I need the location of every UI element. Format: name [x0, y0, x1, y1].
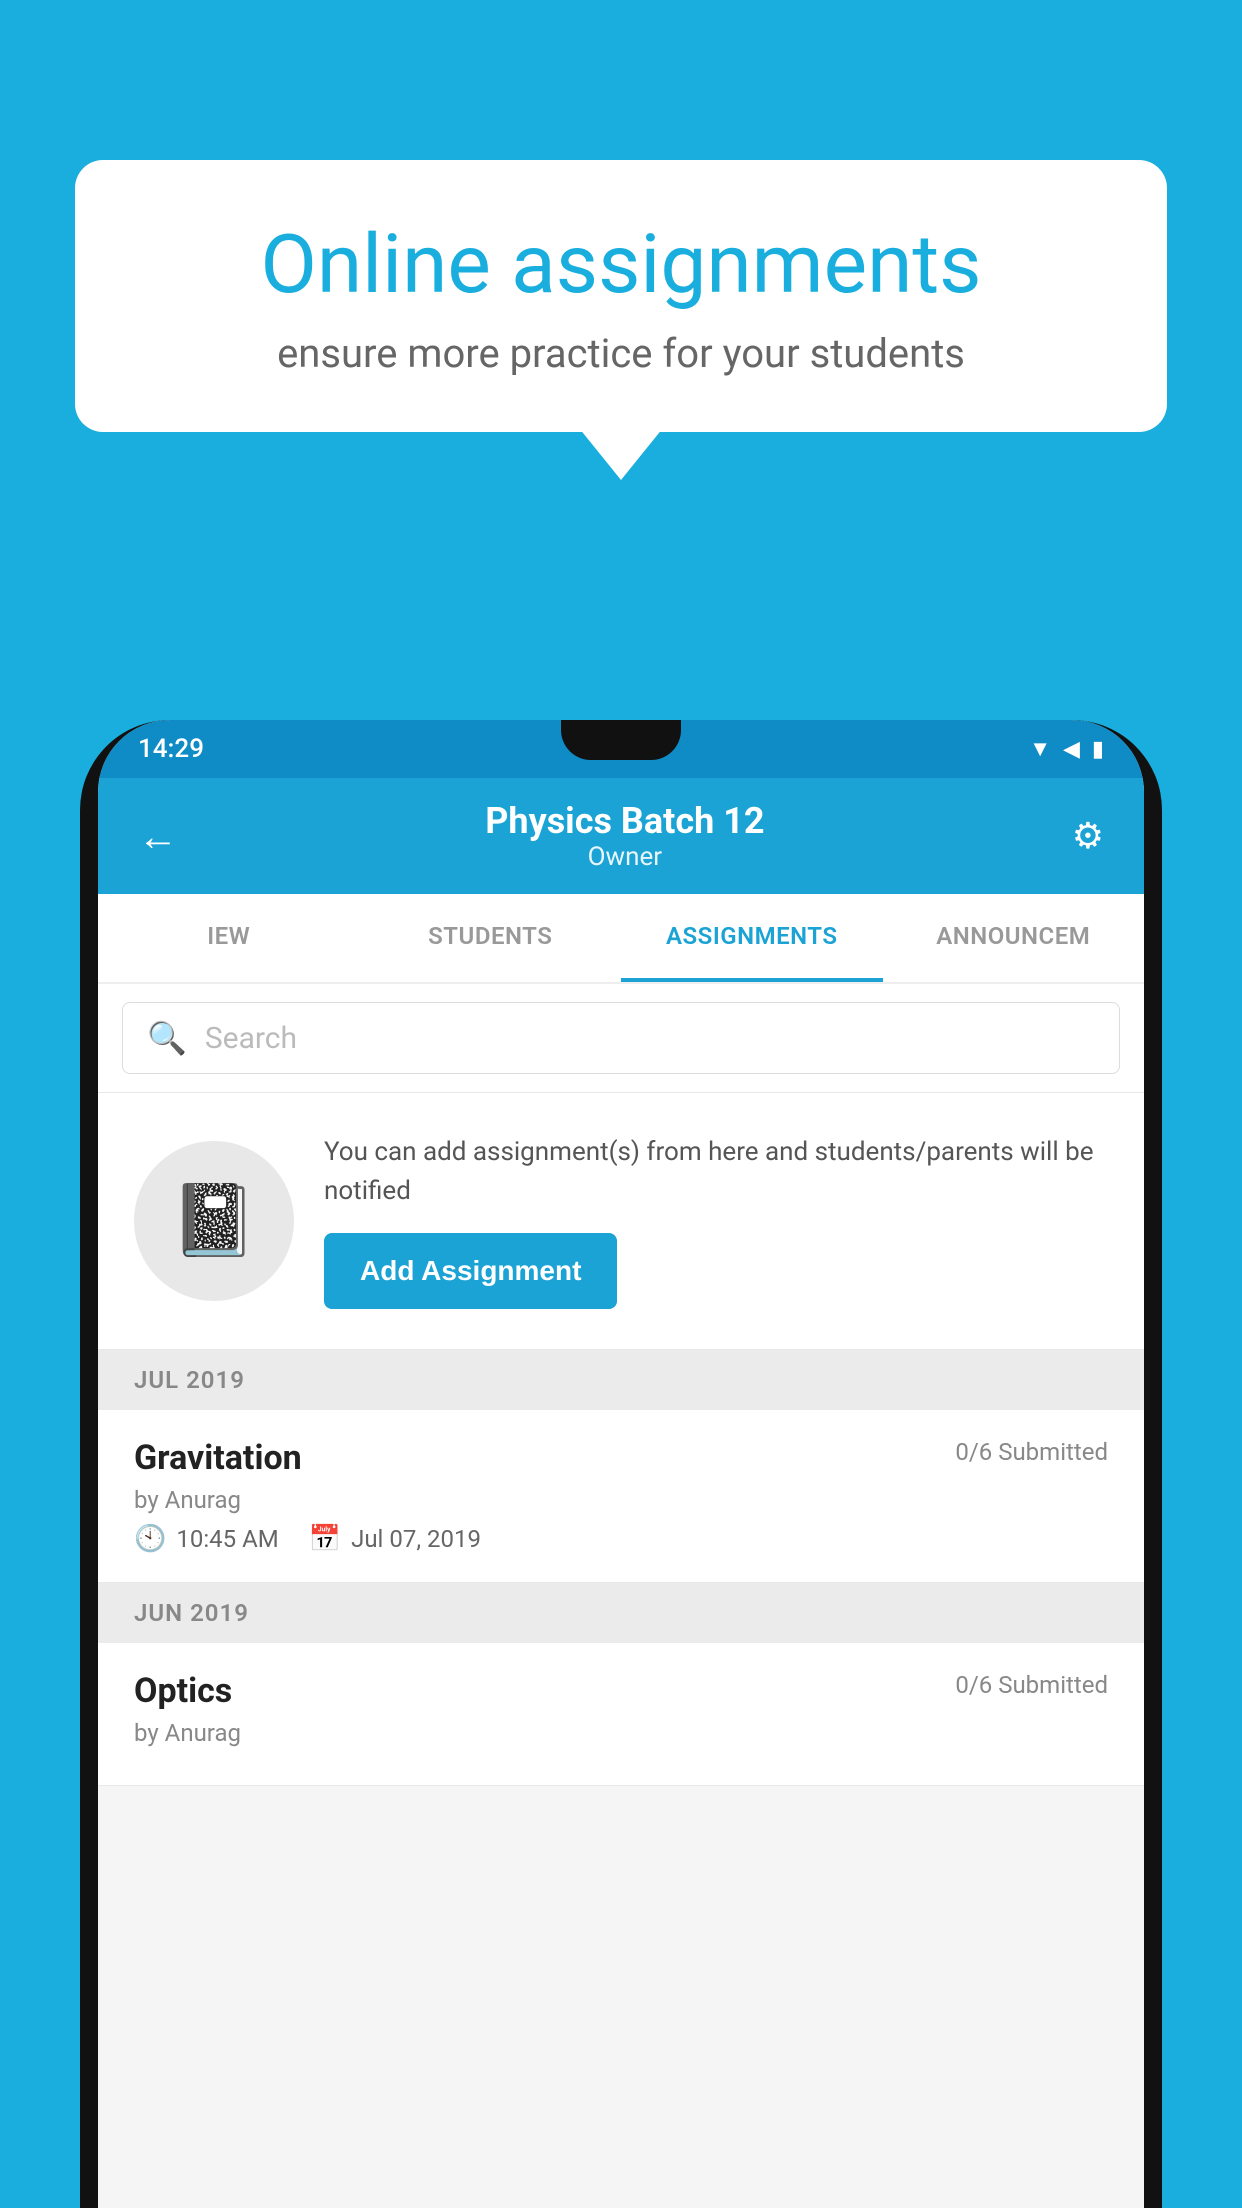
phone-screen: 14:29 ▼ ◀ ▮ ← Physics Batch 12 Owner ⚙ I… — [98, 720, 1144, 2208]
header-title: Physics Batch 12 — [485, 800, 764, 842]
promo-right: You can add assignment(s) from here and … — [324, 1133, 1108, 1309]
search-icon: 🔍 — [147, 1019, 187, 1057]
assignment-item-gravitation[interactable]: Gravitation 0/6 Submitted by Anurag 🕙 10… — [98, 1410, 1144, 1583]
assignment-by-gravitation: by Anurag — [134, 1486, 1108, 1514]
assignment-icon: 📓 — [170, 1180, 257, 1262]
back-button[interactable]: ← — [138, 813, 178, 860]
header-subtitle: Owner — [485, 842, 764, 872]
speech-bubble-container: Online assignments ensure more practice … — [75, 160, 1167, 432]
tab-students[interactable]: STUDENTS — [360, 894, 622, 982]
bubble-subtitle: ensure more practice for your students — [145, 330, 1097, 377]
assignment-date-gravitation: 📅 Jul 07, 2019 — [309, 1524, 481, 1554]
search-input-container[interactable]: 🔍 Search — [122, 1002, 1120, 1074]
search-bar: 🔍 Search — [98, 984, 1144, 1093]
clock-icon: 🕙 — [134, 1524, 166, 1554]
tab-bar: IEW STUDENTS ASSIGNMENTS ANNOUNCEM — [98, 894, 1144, 984]
wifi-icon: ▼ — [1029, 736, 1051, 762]
add-assignment-promo: 📓 You can add assignment(s) from here an… — [98, 1093, 1144, 1350]
tab-announcements[interactable]: ANNOUNCEM — [883, 894, 1145, 982]
search-placeholder: Search — [205, 1021, 297, 1056]
status-icons: ▼ ◀ ▮ — [1029, 736, 1104, 762]
promo-icon-circle: 📓 — [134, 1141, 294, 1301]
assignment-by-optics: by Anurag — [134, 1719, 1108, 1747]
phone-mockup: 14:29 ▼ ◀ ▮ ← Physics Batch 12 Owner ⚙ I… — [80, 720, 1162, 2208]
app-header: ← Physics Batch 12 Owner ⚙ — [98, 778, 1144, 894]
assignment-meta-gravitation: 🕙 10:45 AM 📅 Jul 07, 2019 — [134, 1524, 1108, 1554]
assignment-submitted-optics: 0/6 Submitted — [955, 1671, 1108, 1699]
bubble-title: Online assignments — [145, 220, 1097, 310]
battery-icon: ▮ — [1092, 737, 1104, 762]
assignment-submitted-gravitation: 0/6 Submitted — [955, 1438, 1108, 1466]
assignment-time-gravitation: 🕙 10:45 AM — [134, 1524, 279, 1554]
tab-assignments[interactable]: ASSIGNMENTS — [621, 894, 883, 982]
add-assignment-button[interactable]: Add Assignment — [324, 1233, 617, 1309]
phone-notch — [561, 720, 681, 760]
header-center: Physics Batch 12 Owner — [485, 800, 764, 872]
signal-icon: ◀ — [1063, 737, 1080, 762]
settings-icon[interactable]: ⚙ — [1072, 815, 1104, 857]
assignment-time-value: 10:45 AM — [176, 1525, 278, 1553]
promo-text: You can add assignment(s) from here and … — [324, 1133, 1108, 1211]
assignment-title-gravitation: Gravitation — [134, 1438, 302, 1478]
speech-bubble: Online assignments ensure more practice … — [75, 160, 1167, 432]
tab-overview[interactable]: IEW — [98, 894, 360, 982]
assignment-item-optics[interactable]: Optics 0/6 Submitted by Anurag — [98, 1643, 1144, 1786]
calendar-icon: 📅 — [309, 1524, 341, 1554]
month-separator-jun: JUN 2019 — [98, 1583, 1144, 1643]
assignment-title-optics: Optics — [134, 1671, 232, 1711]
status-bar: 14:29 ▼ ◀ ▮ — [98, 720, 1144, 778]
status-time: 14:29 — [138, 734, 204, 764]
assignment-top: Gravitation 0/6 Submitted — [134, 1438, 1108, 1478]
assignment-date-value: Jul 07, 2019 — [351, 1525, 481, 1553]
month-separator-jul: JUL 2019 — [98, 1350, 1144, 1410]
assignment-top-optics: Optics 0/6 Submitted — [134, 1671, 1108, 1711]
